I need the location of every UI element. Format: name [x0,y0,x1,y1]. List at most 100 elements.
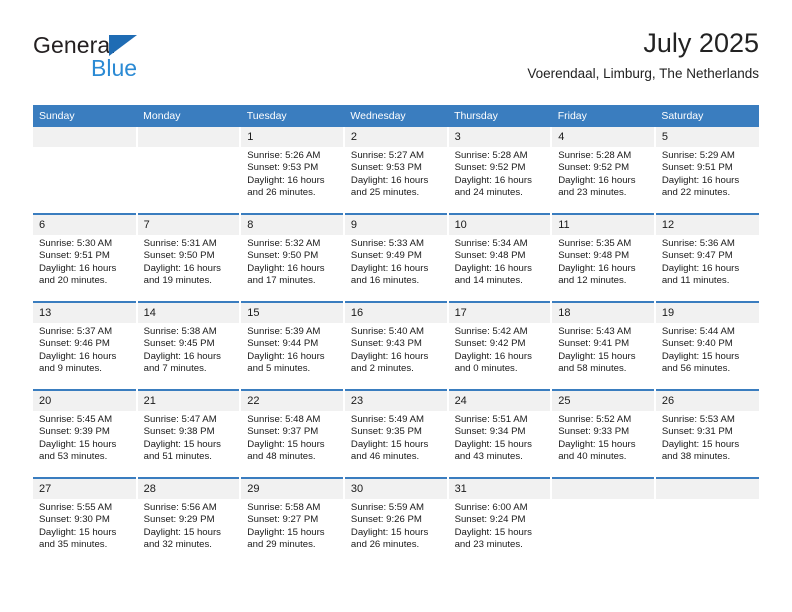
calendar-cell-day[interactable]: 20 Sunrise: 5:45 AM Sunset: 9:39 PM Dayligh… [33,389,138,478]
sunrise-time: Sunrise: 5:36 AM [661,238,735,249]
day-number: 25 [552,391,654,411]
daylight-duration-line1: Daylight: 15 hours [350,526,429,538]
daylight-duration-line2: and 26 minutes. [247,186,316,198]
calendar-cell-day[interactable]: 14 Sunrise: 5:38 AM Sunset: 9:45 PM Dayligh… [136,301,242,390]
sunset-time: Sunset: 9:39 PM [39,426,110,438]
day-number: 28 [137,479,240,499]
calendar-cell-inner: 9 Sunrise: 5:33 AM Sunset: 9:49 PM Daylight… [344,215,447,301]
calendar-cell-day[interactable]: 15 Sunrise: 5:39 AM Sunset: 9:44 PM Dayligh… [240,301,345,390]
calendar-cell-inner: 5 Sunrise: 5:29 AM Sunset: 9:51 PM Daylight… [655,127,759,213]
calendar-cell-day[interactable]: 3 Sunrise: 5:28 AM Sunset: 9:52 PM Daylight… [447,127,553,214]
calendar-cell-day[interactable]: 9 Sunrise: 5:33 AM Sunset: 9:49 PM Daylight… [343,213,449,302]
sunrise-time: Sunrise: 5:44 AM [661,326,735,337]
weekday-header-sunday: Sunday [33,105,138,127]
day-number: 19 [655,303,759,323]
calendar-cell-inner: 14 Sunrise: 5:38 AM Sunset: 9:45 PM Dayligh… [137,303,240,389]
sun-info: Sunrise: 5:59 AM Sunset: 9:26 PM Daylight:… [345,499,447,551]
calendar-cell-inner: 4 Sunrise: 5:28 AM Sunset: 9:52 PM Daylight… [552,127,654,213]
weekday-header-wednesday: Wednesday [343,105,449,127]
daylight-duration-line2: and 29 minutes. [247,538,316,550]
calendar-cell-day[interactable]: 17 Sunrise: 5:42 AM Sunset: 9:42 PM Dayligh… [447,301,553,390]
day-number: 20 [33,391,136,411]
generalblue-logo[interactable]: General Blue [33,32,253,92]
calendar-cell-empty [136,127,242,214]
daylight-duration-line1: Daylight: 16 hours [350,262,429,274]
daylight-duration-line2: and 20 minutes. [39,274,108,286]
calendar-cell-day[interactable]: 13 Sunrise: 5:37 AM Sunset: 9:46 PM Dayligh… [33,301,138,390]
calendar-cell-day[interactable]: 12 Sunrise: 5:36 AM Sunset: 9:47 PM Dayligh… [654,213,759,302]
daylight-duration-line2: and 22 minutes. [661,186,731,198]
calendar-cell-day[interactable]: 19 Sunrise: 5:44 AM Sunset: 9:40 PM Dayligh… [654,301,759,390]
calendar-cell-day[interactable]: 10 Sunrise: 5:34 AM Sunset: 9:48 PM Dayligh… [447,213,553,302]
calendar-cell-day[interactable]: 7 Sunrise: 5:31 AM Sunset: 9:50 PM Daylight… [136,213,242,302]
calendar-cell-day[interactable]: 23 Sunrise: 5:49 AM Sunset: 9:35 PM Dayligh… [343,389,449,478]
day-number: 3 [448,127,551,147]
daylight-duration-line2: and 11 minutes. [661,274,730,286]
day-number: 5 [655,127,759,147]
daylight-duration-line1: Daylight: 16 hours [454,262,532,274]
calendar-cell-day[interactable]: 31 Sunrise: 6:00 AM Sunset: 9:24 PM Dayligh… [447,477,553,565]
daylight-duration-line1: Daylight: 15 hours [247,438,325,450]
calendar-cell-day[interactable]: 29 Sunrise: 5:58 AM Sunset: 9:27 PM Dayligh… [240,477,345,565]
sunrise-time: Sunrise: 5:35 AM [558,238,632,249]
page-title: July 2025 [643,28,759,58]
calendar-week-row: 27 Sunrise: 5:55 AM Sunset: 9:30 PM Dayligh… [33,477,759,565]
daylight-duration-line1: Daylight: 16 hours [454,350,532,362]
daylight-duration-line2: and 38 minutes. [661,450,731,462]
sunrise-time: Sunrise: 5:42 AM [454,326,528,337]
day-number: 29 [241,479,343,499]
calendar-cell-day[interactable]: 8 Sunrise: 5:32 AM Sunset: 9:50 PM Daylight… [240,213,345,302]
calendar-cell-day[interactable]: 16 Sunrise: 5:40 AM Sunset: 9:43 PM Dayligh… [343,301,449,390]
daylight-duration-line2: and 19 minutes. [143,274,212,286]
calendar-cell-day[interactable]: 5 Sunrise: 5:29 AM Sunset: 9:51 PM Daylight… [654,127,759,214]
sun-info: Sunrise: 5:37 AM Sunset: 9:46 PM Daylight:… [33,323,136,375]
day-number: 30 [344,479,447,499]
sun-info: Sunrise: 5:39 AM Sunset: 9:44 PM Daylight:… [241,323,343,375]
calendar-cell-day[interactable]: 24 Sunrise: 5:51 AM Sunset: 9:34 PM Dayligh… [447,389,553,478]
daylight-duration-line1: Daylight: 15 hours [143,438,221,450]
calendar-cell-inner: 1 Sunrise: 5:26 AM Sunset: 9:53 PM Daylight… [241,127,343,213]
calendar-cell-day[interactable]: 28 Sunrise: 5:56 AM Sunset: 9:29 PM Dayligh… [136,477,242,565]
calendar-cell-day[interactable]: 18 Sunrise: 5:43 AM Sunset: 9:41 PM Dayligh… [551,301,656,390]
calendar-cell-day[interactable]: 22 Sunrise: 5:48 AM Sunset: 9:37 PM Dayligh… [240,389,345,478]
sunset-time: Sunset: 9:44 PM [247,338,319,350]
day-number: 7 [137,215,240,235]
calendar-cell-empty [654,477,759,565]
calendar-cell-inner: 15 Sunrise: 5:39 AM Sunset: 9:44 PM Dayligh… [241,303,343,389]
sun-info: Sunrise: 5:51 AM Sunset: 9:34 PM Daylight:… [449,411,551,463]
sunrise-time: Sunrise: 5:38 AM [143,326,217,337]
calendar-cell-day[interactable]: 26 Sunrise: 5:53 AM Sunset: 9:31 PM Dayligh… [654,389,759,478]
sunrise-time: Sunrise: 5:30 AM [39,238,113,249]
calendar-cell-day[interactable]: 27 Sunrise: 5:55 AM Sunset: 9:30 PM Dayligh… [33,477,138,565]
sunset-time: Sunset: 9:35 PM [350,426,422,438]
sunrise-time: Sunrise: 5:33 AM [350,238,424,249]
daylight-duration-line1: Daylight: 16 hours [143,350,221,362]
sun-info: Sunrise: 5:28 AM Sunset: 9:52 PM Daylight:… [449,147,551,199]
calendar-cell-day[interactable]: 30 Sunrise: 5:59 AM Sunset: 9:26 PM Dayligh… [343,477,449,565]
day-number: 9 [344,215,447,235]
calendar-cell-day[interactable]: 4 Sunrise: 5:28 AM Sunset: 9:52 PM Daylight… [551,127,656,214]
calendar-cell-inner: 7 Sunrise: 5:31 AM Sunset: 9:50 PM Daylight… [137,215,240,301]
sunset-time: Sunset: 9:40 PM [661,338,733,350]
sunrise-time: Sunrise: 5:48 AM [247,414,321,425]
calendar-cell-day[interactable]: 6 Sunrise: 5:30 AM Sunset: 9:51 PM Daylight… [33,213,138,302]
sun-info: Sunrise: 5:32 AM Sunset: 9:50 PM Daylight:… [241,235,343,287]
calendar-cell-day[interactable]: 25 Sunrise: 5:52 AM Sunset: 9:33 PM Dayligh… [551,389,656,478]
calendar-cell-day[interactable]: 2 Sunrise: 5:27 AM Sunset: 9:53 PM Daylight… [343,127,449,214]
calendar-cell-day[interactable]: 11 Sunrise: 5:35 AM Sunset: 9:48 PM Dayligh… [551,213,656,302]
calendar-grid: Sunday Monday Tuesday Wednesday Thursday… [33,105,759,565]
day-number: 2 [344,127,447,147]
calendar-cell-inner: 31 Sunrise: 6:00 AM Sunset: 9:24 PM Dayligh… [448,479,551,565]
sun-info: Sunrise: 5:58 AM Sunset: 9:27 PM Daylight:… [241,499,343,551]
daylight-duration-line1: Daylight: 15 hours [350,438,429,450]
daylight-duration-line1: Daylight: 15 hours [454,438,532,450]
sunrise-time: Sunrise: 5:43 AM [558,326,632,337]
calendar-cell-empty [551,477,656,565]
sunrise-time: Sunrise: 5:28 AM [454,150,528,161]
daylight-duration-line1: Daylight: 16 hours [247,350,325,362]
day-number: 17 [448,303,551,323]
calendar-cell-day[interactable]: 21 Sunrise: 5:47 AM Sunset: 9:38 PM Dayligh… [136,389,242,478]
day-number: 27 [33,479,136,499]
calendar-cell-day[interactable]: 1 Sunrise: 5:26 AM Sunset: 9:53 PM Daylight… [240,127,345,214]
calendar-cell-inner: 8 Sunrise: 5:32 AM Sunset: 9:50 PM Daylight… [241,215,343,301]
